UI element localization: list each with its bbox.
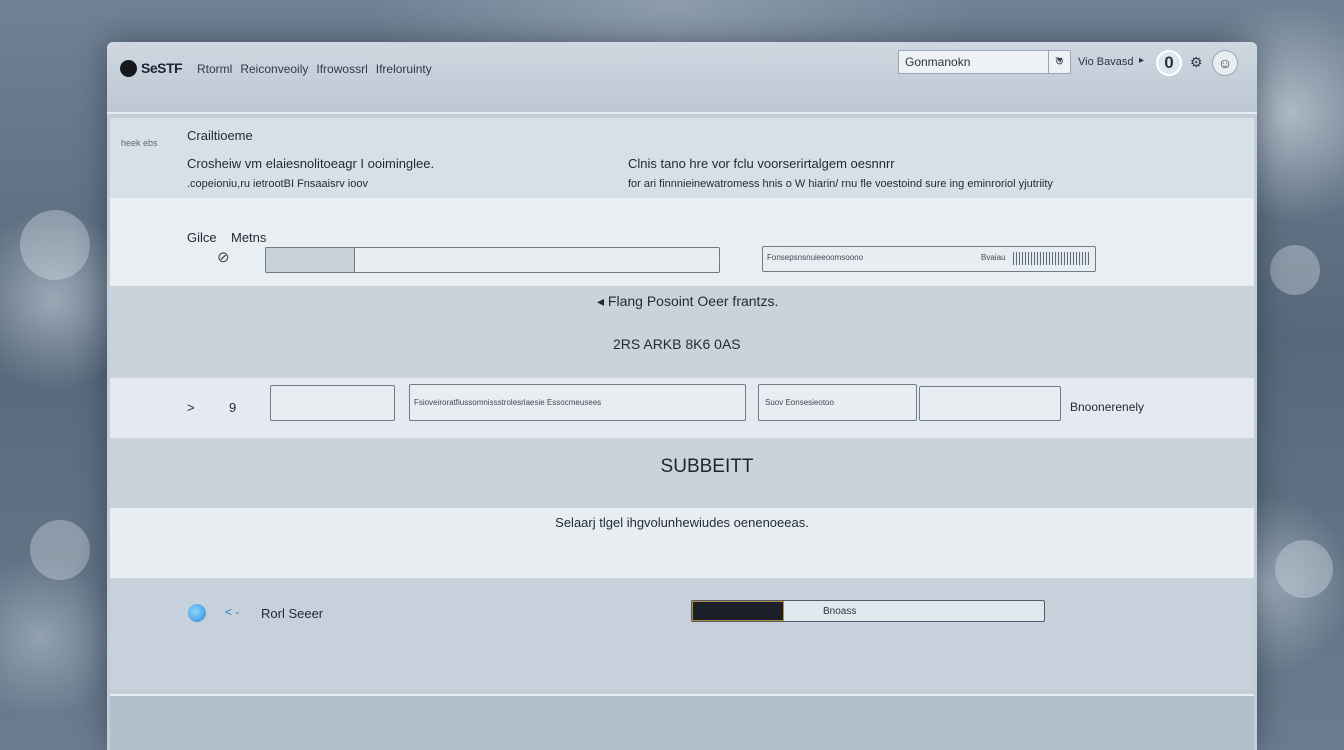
form-row-two: > 9 Fsioveiroratfiussomnissstrolesrlaesi… — [110, 378, 1254, 438]
row-marker: > — [187, 400, 195, 415]
section-title: Crailtioeme — [187, 128, 253, 143]
progress-fill — [692, 601, 784, 621]
arrow-left-icon[interactable]: < - — [225, 605, 239, 619]
logo-icon — [120, 60, 137, 77]
chevron-down-icon[interactable]: ▾ — [1048, 50, 1071, 74]
field-label: Gilce — [187, 230, 217, 245]
side-label: heek ebs — [121, 138, 158, 148]
back-link[interactable]: ◂ Flang Posoint Oeer frantzs. — [597, 293, 778, 310]
footer-section — [110, 578, 1254, 690]
bokeh-light — [1270, 245, 1320, 295]
progress-bar: Bnoass — [691, 600, 1045, 622]
description-line: for ari finnnieinewatromess hnis o W hia… — [628, 178, 1053, 190]
bokeh-light — [20, 210, 90, 280]
name-input[interactable] — [265, 247, 720, 273]
description-line: Crosheiw vm elaiesnolitoeagr I ooimingle… — [187, 156, 435, 171]
nav-item[interactable]: Ifreloruinty — [376, 62, 432, 76]
info-section: heek ebs Crailtioeme Crosheiw vm elaiesn… — [110, 118, 1254, 198]
bottom-strip — [110, 694, 1254, 750]
profile-icon[interactable]: ☺ — [1212, 50, 1238, 76]
extra-input[interactable] — [919, 386, 1061, 421]
meta-section: ◂ Flang Posoint Oeer frantzs. 2RS ARKB 8… — [110, 286, 1254, 378]
medium-input[interactable]: Suov Eonsesieotoo — [758, 384, 917, 421]
medium-input-placeholder: Suov Eonsesieotoo — [765, 398, 834, 407]
back-link-label: Flang Posoint Oeer frantzs. — [607, 293, 779, 309]
reference-code: 2RS ARKB 8K6 0AS — [613, 336, 741, 352]
long-input-placeholder: Fsioveiroratfiussomnissstrolesrlaesie Es… — [414, 398, 602, 407]
top-search-value: Gonmanokn — [905, 55, 971, 69]
status-globe-icon — [188, 604, 206, 622]
edit-icon[interactable]: ⊘ — [217, 248, 230, 266]
nav-item[interactable]: Reiconveoily — [240, 62, 308, 76]
submit-button[interactable]: SUBBEITT — [587, 452, 827, 482]
description-line: Clnis tano hre vor fclu voorserirtalgem … — [628, 156, 895, 171]
chevron-left-icon: ◂ — [597, 293, 608, 309]
form-row-one: Gilce Metns ⊘ Fonsepsnsnuieeoomsoono Bva… — [110, 198, 1254, 286]
avatar[interactable]: 0 — [1156, 50, 1182, 76]
description-line: .copeioniu,ru ietrootBI Fnsaaisrv ioov — [187, 178, 368, 190]
caret-icon[interactable]: ▸ — [1139, 55, 1144, 66]
top-bar: SeSTF Rtorml Reiconveoily Ifrowossrl Ifr… — [107, 42, 1257, 114]
bokeh-light — [1275, 540, 1333, 598]
nav-item[interactable]: Ifrowossrl — [316, 62, 367, 76]
notice-text: Selaarj tlgel ihgvolunhewiudes oenenoeea… — [555, 515, 809, 530]
user-link[interactable]: Vio Bavasd — [1078, 56, 1133, 68]
long-input[interactable]: Fsioveiroratfiussomnissstrolesrlaesie Es… — [409, 384, 746, 421]
progress-label: Bnoass — [823, 606, 857, 617]
range-placeholder: Fonsepsnsnuieeoomsoono — [767, 253, 864, 262]
short-input[interactable] — [270, 385, 395, 421]
field-label: Metns — [231, 230, 267, 245]
footer-label: Rorl Seeer — [261, 606, 324, 621]
bokeh-light — [30, 520, 90, 580]
row-marker: 9 — [229, 400, 237, 415]
settings-icon[interactable]: ⚙ — [1190, 54, 1203, 71]
top-nav: Rtorml Reiconveoily Ifrowossrl Ifrelorui… — [197, 62, 432, 76]
range-input[interactable]: Fonsepsnsnuieeoomsoono Bvaiau — [762, 246, 1096, 272]
trailing-label: Bnoonerenely — [1070, 400, 1145, 414]
logo-text: SeSTF — [141, 60, 183, 76]
nav-item[interactable]: Rtorml — [197, 62, 232, 76]
top-search-input[interactable]: Gonmanokn ↻ — [898, 50, 1071, 74]
slider-handle[interactable] — [1013, 252, 1089, 265]
app-window: SeSTF Rtorml Reiconveoily Ifrowossrl Ifr… — [107, 42, 1257, 750]
input-prefix — [265, 247, 355, 273]
notice-section: Selaarj tlgel ihgvolunhewiudes oenenoeea… — [110, 508, 1254, 578]
range-suffix: Bvaiau — [981, 253, 1006, 262]
